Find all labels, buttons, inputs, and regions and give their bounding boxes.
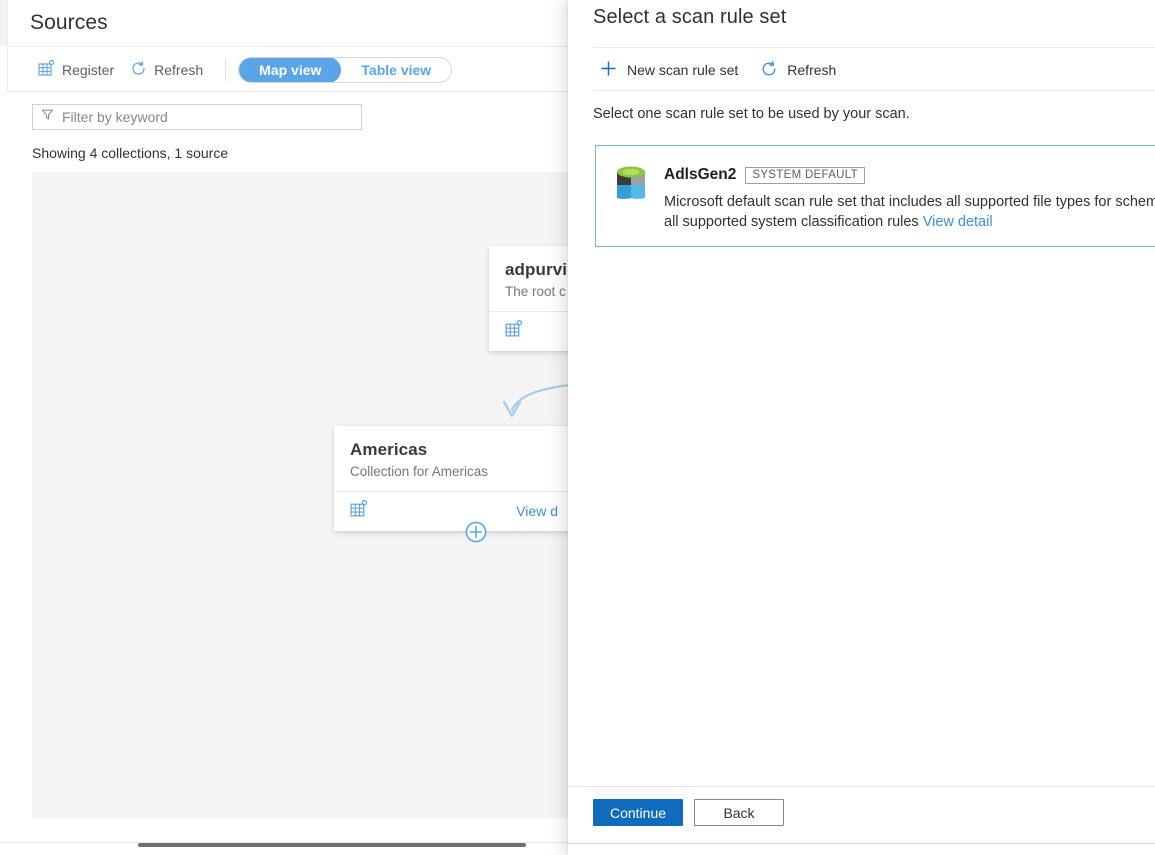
toggle-option-table-view[interactable]: Table view <box>341 57 451 83</box>
panel-instruction-text: Select one scan rule set to be used by y… <box>593 106 910 122</box>
collection-title: Americas <box>350 440 558 460</box>
command-bar-separator <box>225 59 226 81</box>
refresh-button[interactable]: Refresh <box>122 55 211 85</box>
refresh-circular-arrow-icon <box>130 60 147 80</box>
toggle-option-map-view[interactable]: Map view <box>239 57 341 83</box>
panel-refresh-button[interactable]: Refresh <box>754 55 846 85</box>
register-label: Register <box>62 62 114 78</box>
collection-card-americas[interactable]: Americas Collection for Americas <box>334 426 574 531</box>
rule-set-header: AdlsGen2 SYSTEM DEFAULT <box>664 166 865 184</box>
filter-box[interactable] <box>32 104 362 130</box>
panel-command-bar: New scan rule set Refresh <box>593 55 846 85</box>
panel-bottom-rule <box>568 843 1155 844</box>
filter-funnel-icon <box>41 108 54 126</box>
circle-plus-icon[interactable] <box>464 520 488 549</box>
panel-footer-divider <box>568 786 1155 787</box>
plus-icon <box>599 59 618 81</box>
rule-set-description-text: Microsoft default scan rule set that inc… <box>664 194 1155 230</box>
page-title: Sources <box>30 11 108 35</box>
register-grid-icon[interactable] <box>350 500 368 523</box>
left-nav-rail <box>0 0 8 46</box>
refresh-circular-arrow-icon <box>760 60 778 81</box>
view-toggle: Map view Table view <box>238 57 452 83</box>
scan-rule-set-panel: Select a scan rule set New scan rule set <box>568 0 1155 855</box>
new-scan-rule-set-label: New scan rule set <box>627 62 738 78</box>
panel-refresh-label: Refresh <box>787 62 836 78</box>
adls-gen2-datalake-icon <box>613 163 649 210</box>
new-scan-rule-set-button[interactable]: New scan rule set <box>593 55 748 85</box>
rule-set-name: AdlsGen2 <box>664 166 736 184</box>
view-detail-link[interactable]: View detail <box>923 214 993 230</box>
view-details-link[interactable]: View d <box>516 503 558 519</box>
sources-command-bar: Register Refresh Map view Table view <box>30 55 452 85</box>
left-nav-rail-lower <box>0 47 8 92</box>
search-input[interactable] <box>62 109 353 125</box>
continue-button[interactable]: Continue <box>593 799 683 826</box>
panel-command-divider <box>593 90 1155 91</box>
card-footer: View d <box>334 491 574 530</box>
panel-footer: Continue Back <box>593 799 784 826</box>
refresh-label: Refresh <box>154 62 203 78</box>
scan-rule-set-option-adlsgen2[interactable]: AdlsGen2 SYSTEM DEFAULT Microsoft defaul… <box>595 145 1155 247</box>
rule-set-description: Microsoft default scan rule set that inc… <box>664 192 1155 232</box>
panel-title-divider <box>593 47 1155 48</box>
register-grid-icon[interactable] <box>505 320 523 343</box>
app-root: Sources Register <box>0 0 1155 855</box>
card-body: Americas Collection for Americas <box>334 426 574 491</box>
panel-title: Select a scan rule set <box>593 6 786 29</box>
back-button[interactable]: Back <box>694 799 784 826</box>
horizontal-scrollbar-thumb[interactable] <box>138 843 526 847</box>
register-button[interactable]: Register <box>30 55 122 85</box>
system-default-badge: SYSTEM DEFAULT <box>745 167 865 184</box>
collection-subtitle: Collection for Americas <box>350 464 558 479</box>
showing-count-text: Showing 4 collections, 1 source <box>32 145 228 161</box>
register-grid-icon <box>38 60 55 80</box>
